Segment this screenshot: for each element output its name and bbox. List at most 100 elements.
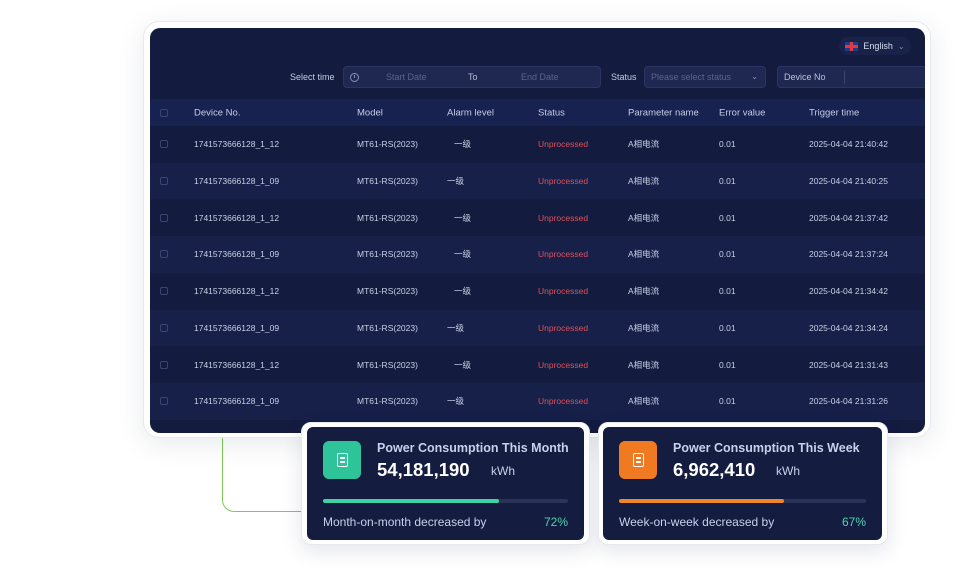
column-header[interactable]: Trigger time bbox=[809, 107, 859, 118]
alarm-window: English ⌄ Select time Start Date To End … bbox=[150, 28, 925, 433]
alarm-level-cell: 一级 bbox=[454, 286, 472, 297]
column-header[interactable]: Device No. bbox=[194, 107, 240, 118]
table-row[interactable]: 1741573666128_1_09 MT61-RS(2023) 一级 Unpr… bbox=[150, 236, 925, 273]
card-percent: 72% bbox=[543, 515, 568, 529]
document-icon bbox=[632, 453, 644, 467]
status-select[interactable]: Please select status ⌄ bbox=[644, 66, 766, 88]
model-cell: MT61-RS(2023) bbox=[357, 249, 418, 260]
parameter-cell: A相电流 bbox=[628, 249, 660, 260]
error-value-cell: 0.01 bbox=[719, 396, 736, 407]
select-all-checkbox[interactable] bbox=[160, 108, 168, 117]
alarm-level-cell: 一级 bbox=[447, 176, 465, 187]
parameter-cell: A相电流 bbox=[628, 396, 660, 407]
error-value-cell: 0.01 bbox=[719, 359, 736, 370]
row-checkbox[interactable] bbox=[160, 397, 168, 406]
card-unit: kWh bbox=[776, 464, 800, 478]
alarm-level-cell: 一级 bbox=[447, 322, 465, 333]
chevron-down-icon: ⌄ bbox=[897, 41, 905, 51]
table-row[interactable]: 1741573666128_1_12 MT61-RS(2023) 一级 Unpr… bbox=[150, 346, 925, 383]
status-cell: Unprocessed bbox=[538, 359, 589, 370]
card-label: Month-on-month decreased by bbox=[323, 515, 487, 529]
parameter-cell: A相电流 bbox=[628, 322, 660, 333]
row-checkbox[interactable] bbox=[160, 287, 168, 296]
card-unit: kWh bbox=[491, 464, 515, 478]
model-cell: MT61-RS(2023) bbox=[357, 396, 418, 407]
device-cell: 1741573666128_1_09 bbox=[194, 396, 280, 407]
row-checkbox[interactable] bbox=[160, 323, 168, 332]
card-label: Week-on-week decreased by bbox=[619, 515, 775, 529]
card-percent: 67% bbox=[841, 515, 866, 529]
trigger-time-cell: 2025-04-04 21:37:42 bbox=[809, 212, 888, 223]
table-row[interactable]: 1741573666128_1_09 MT61-RS(2023) 一级 Unpr… bbox=[150, 162, 925, 200]
month-consumption-card: Power Consumption This Month 54,181,190 … bbox=[307, 427, 584, 540]
progress-track bbox=[323, 499, 568, 503]
trigger-time-cell: 2025-04-04 21:31:26 bbox=[809, 396, 888, 407]
table-row[interactable]: 1741573666128_1_12 MT61-RS(2023) 一级 Unpr… bbox=[150, 273, 925, 310]
table-header: Device No. Model Alarm level Status Para… bbox=[150, 99, 925, 126]
model-cell: MT61-RS(2023) bbox=[357, 139, 418, 150]
model-cell: MT61-RS(2023) bbox=[357, 176, 418, 187]
trigger-time-cell: 2025-04-04 21:40:25 bbox=[809, 176, 888, 187]
language-selector[interactable]: English ⌄ bbox=[839, 37, 911, 55]
trigger-time-cell: 2025-04-04 21:31:43 bbox=[809, 359, 888, 370]
select-divider bbox=[844, 71, 845, 84]
progress-fill bbox=[323, 499, 500, 503]
progress-track bbox=[619, 499, 866, 503]
alarm-level-cell: 一级 bbox=[454, 359, 472, 370]
card-value: 54,181,190 bbox=[377, 459, 470, 480]
date-range-picker[interactable]: Start Date To End Date bbox=[343, 66, 601, 88]
device-cell: 1741573666128_1_09 bbox=[194, 249, 280, 260]
device-cell: 1741573666128_1_09 bbox=[194, 176, 280, 187]
device-select[interactable]: Device No bbox=[777, 66, 925, 88]
column-header[interactable]: Alarm level bbox=[447, 107, 494, 118]
row-checkbox[interactable] bbox=[160, 250, 168, 259]
device-select-value: Device No bbox=[784, 72, 826, 82]
device-cell: 1741573666128_1_12 bbox=[194, 286, 280, 297]
card-title: Power Consumption This Week bbox=[673, 441, 860, 455]
table-row[interactable]: 1741573666128_1_09 MT61-RS(2023) 一级 Unpr… bbox=[150, 382, 925, 420]
row-checkbox[interactable] bbox=[160, 140, 168, 149]
range-separator: To bbox=[468, 72, 478, 82]
error-value-cell: 0.01 bbox=[719, 286, 736, 297]
alarm-level-cell: 一级 bbox=[454, 249, 472, 260]
column-header[interactable]: Status bbox=[538, 107, 565, 118]
parameter-cell: A相电流 bbox=[628, 176, 660, 187]
parameter-cell: A相电流 bbox=[628, 286, 660, 297]
error-value-cell: 0.01 bbox=[719, 322, 736, 333]
alarm-level-cell: 一级 bbox=[454, 212, 472, 223]
chevron-down-icon: ⌄ bbox=[751, 72, 758, 81]
model-cell: MT61-RS(2023) bbox=[357, 212, 418, 223]
table-row[interactable]: 1741573666128_1_12 MT61-RS(2023) 一级 Unpr… bbox=[150, 199, 925, 236]
status-cell: Unprocessed bbox=[538, 212, 589, 223]
parameter-cell: A相电流 bbox=[628, 359, 660, 370]
filter-bar: Select time Start Date To End Date Statu… bbox=[150, 66, 925, 90]
error-value-cell: 0.01 bbox=[719, 249, 736, 260]
progress-fill bbox=[619, 499, 785, 503]
status-cell: Unprocessed bbox=[538, 286, 589, 297]
language-label: English bbox=[863, 41, 893, 51]
column-header[interactable]: Error value bbox=[719, 107, 765, 118]
uk-flag-icon bbox=[845, 41, 859, 51]
table-row[interactable]: 1741573666128_1_12 MT61-RS(2023) 一级 Unpr… bbox=[150, 126, 925, 163]
status-cell: Unprocessed bbox=[538, 396, 589, 407]
status-cell: Unprocessed bbox=[538, 322, 589, 333]
parameter-cell: A相电流 bbox=[628, 212, 660, 223]
card-title: Power Consumption This Month bbox=[377, 441, 569, 455]
model-cell: MT61-RS(2023) bbox=[357, 359, 418, 370]
document-icon bbox=[336, 453, 348, 467]
end-date-input[interactable]: End Date bbox=[521, 72, 559, 82]
week-card-icon-box bbox=[619, 441, 657, 479]
column-header[interactable]: Parameter name bbox=[628, 107, 699, 118]
row-checkbox[interactable] bbox=[160, 177, 168, 186]
error-value-cell: 0.01 bbox=[719, 212, 736, 223]
column-header[interactable]: Model bbox=[357, 107, 383, 118]
week-consumption-card: Power Consumption This Week 6,962,410 kW… bbox=[603, 427, 882, 540]
device-cell: 1741573666128_1_12 bbox=[194, 359, 280, 370]
row-checkbox[interactable] bbox=[160, 360, 168, 369]
table-row[interactable]: 1741573666128_1_09 MT61-RS(2023) 一级 Unpr… bbox=[150, 309, 925, 347]
alarm-level-cell: 一级 bbox=[447, 396, 465, 407]
status-placeholder: Please select status bbox=[651, 72, 732, 82]
start-date-input[interactable]: Start Date bbox=[386, 72, 427, 82]
row-checkbox[interactable] bbox=[160, 213, 168, 222]
error-value-cell: 0.01 bbox=[719, 139, 736, 150]
